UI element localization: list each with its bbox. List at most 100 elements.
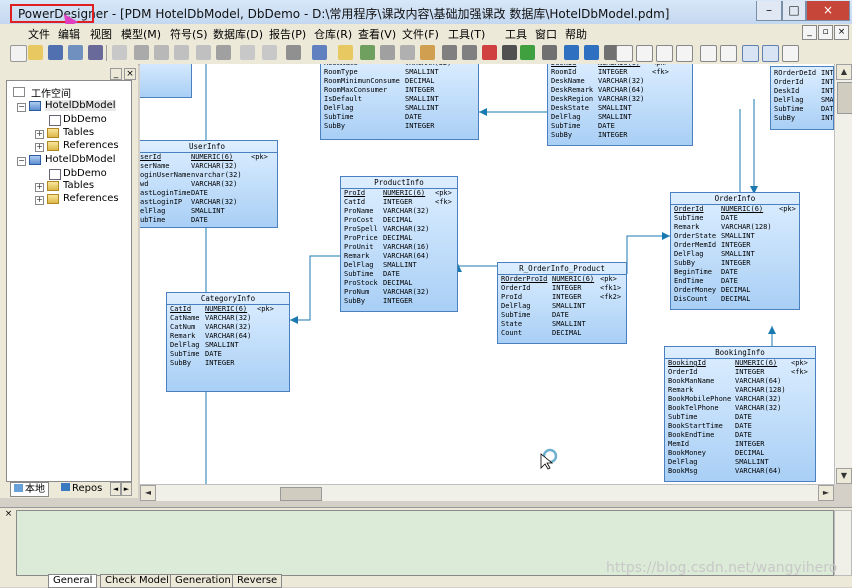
minimize-button[interactable]: – <box>756 1 782 21</box>
doc-minimize-button[interactable]: _ <box>802 25 817 40</box>
menu-edit[interactable]: 编辑 <box>58 26 80 42</box>
table-orderinfo[interactable]: OrderInfo OrderId NUMERIC(6) <pk> SubTime DAT… <box>670 192 800 310</box>
vertical-scrollbar[interactable]: ▲ ▼ <box>834 64 852 484</box>
table-productinfo[interactable]: ProductInfo ProId NUMERIC(6) <pk> CatId INTEG… <box>340 176 458 312</box>
horizontal-scrollbar[interactable]: ◄ ► <box>140 484 834 501</box>
menu-help[interactable]: 帮助 <box>565 26 587 42</box>
layout-f-icon[interactable] <box>720 45 737 62</box>
tree-item-tables[interactable]: Tables <box>63 127 94 138</box>
menu-repository[interactable]: 仓库(R) <box>314 26 352 42</box>
workspace-label[interactable]: 工作空间 <box>31 85 71 100</box>
menu-database[interactable]: 数据库(D) <box>213 26 263 42</box>
output-close-button[interactable]: × <box>4 510 13 519</box>
generate-icon[interactable] <box>380 45 395 60</box>
menu-tools-t[interactable]: 工具(T) <box>448 26 485 42</box>
tree-item-tables[interactable]: Tables <box>63 180 94 191</box>
reverse-icon[interactable] <box>400 45 415 60</box>
cut-icon[interactable] <box>134 45 149 60</box>
paste-special-icon[interactable] <box>196 45 211 60</box>
model-icon[interactable] <box>312 45 327 60</box>
menu-tools[interactable]: 工具 <box>505 26 527 42</box>
expand-toggle[interactable]: + <box>35 130 44 139</box>
tree-item-model[interactable]: HotelDbModel <box>45 100 116 111</box>
grid-icon[interactable] <box>782 45 799 62</box>
scroll-thumb[interactable] <box>837 82 852 114</box>
menu-model[interactable]: 模型(M) <box>121 26 161 42</box>
forward-icon[interactable] <box>584 45 599 60</box>
tool-a-icon[interactable] <box>442 45 457 60</box>
layout-b-icon[interactable] <box>636 45 653 62</box>
table-categoryinfo[interactable]: CategoryInfo CatId NUMERIC(6) <pk> CatName VA… <box>166 292 290 392</box>
layout-d-icon[interactable] <box>676 45 693 62</box>
scroll-down-button[interactable]: ▼ <box>836 468 852 484</box>
table-column-row: SubTime DATE <box>671 214 799 223</box>
print-icon[interactable] <box>112 45 127 60</box>
table-rorderdesk[interactable]: ROrderDeIdINTEOrderIdINTEDeskIdINTEDelFl… <box>770 66 834 130</box>
zoom-fit-icon[interactable] <box>742 45 759 62</box>
menu-symbol[interactable]: 符号(S) <box>170 26 208 42</box>
menu-check[interactable]: 查看(V) <box>358 26 396 42</box>
undo-icon[interactable] <box>240 45 255 60</box>
open-icon[interactable] <box>28 45 43 60</box>
tree-item-diagram[interactable]: DbDemo <box>63 168 107 179</box>
maximize-button[interactable]: □ <box>782 1 806 21</box>
menu-file[interactable]: 文件 <box>28 26 50 42</box>
table-roominfo[interactable]: RoomNameVARCHAR(32)RoomTypeSMALLINTRoomM… <box>320 64 479 140</box>
tree-item-references[interactable]: References <box>63 140 119 151</box>
menu-view[interactable]: 视图 <box>90 26 112 42</box>
open-model-icon[interactable] <box>338 45 353 60</box>
scroll-left-button[interactable]: ◄ <box>140 485 156 501</box>
paste-icon[interactable] <box>174 45 189 60</box>
diagram-canvas[interactable]: RoomNameVARCHAR(32)RoomTypeSMALLINTRoomM… <box>140 64 834 484</box>
page-view-icon[interactable] <box>762 45 779 62</box>
layout-e-icon[interactable] <box>700 45 717 62</box>
report-icon[interactable] <box>420 45 435 60</box>
tab-repository[interactable]: Repos <box>58 482 105 495</box>
menu-file-f[interactable]: 文件(F) <box>402 26 439 42</box>
tree-item-references[interactable]: References <box>63 193 119 204</box>
properties-icon[interactable] <box>88 45 103 60</box>
table-userinfo[interactable]: UserInfo serId NUMERIC(6) <pk> serName VARCHA… <box>140 140 278 228</box>
panel-close-button[interactable]: × <box>124 68 136 80</box>
save-all-icon[interactable] <box>68 45 83 60</box>
expand-toggle[interactable]: − <box>17 157 26 166</box>
hscroll-thumb[interactable] <box>280 487 322 501</box>
new-icon[interactable] <box>10 45 27 62</box>
delete-icon[interactable] <box>216 45 231 60</box>
zoom-in-icon[interactable] <box>542 45 557 60</box>
scroll-up-button[interactable]: ▲ <box>836 64 852 80</box>
tree-item-diagram[interactable]: DbDemo <box>63 114 107 125</box>
tab-scroll-right-button[interactable]: ► <box>121 482 132 496</box>
tool-b-icon[interactable] <box>462 45 477 60</box>
text-icon[interactable] <box>520 45 535 60</box>
find-icon[interactable] <box>286 45 301 60</box>
pen-icon[interactable] <box>482 45 497 60</box>
menu-window[interactable]: 窗口 <box>535 26 557 42</box>
check-model-icon[interactable] <box>360 45 375 60</box>
doc-restore-button[interactable]: ▫ <box>818 25 833 40</box>
table-bookinginfo[interactable]: BookingInfo BookingId NUMERIC(6) <pk> OrderI… <box>664 346 816 482</box>
back-icon[interactable] <box>564 45 579 60</box>
save-icon[interactable] <box>48 45 63 60</box>
layout-a-icon[interactable] <box>616 45 633 62</box>
table-partial[interactable] <box>140 64 192 98</box>
layout-c-icon[interactable] <box>656 45 673 62</box>
tab-scroll-left-button[interactable]: ◄ <box>110 482 121 496</box>
link-tool-icon[interactable] <box>502 45 517 60</box>
copy-icon[interactable] <box>154 45 169 60</box>
expand-toggle[interactable]: + <box>35 183 44 192</box>
tree-item-model[interactable]: HotelDbModel <box>45 154 116 165</box>
expand-toggle[interactable]: + <box>35 196 44 205</box>
expand-toggle[interactable]: − <box>17 103 26 112</box>
expand-toggle[interactable]: + <box>35 143 44 152</box>
doc-close-button[interactable]: × <box>834 25 849 40</box>
tab-local[interactable]: 本地 <box>10 482 49 497</box>
redo-icon[interactable] <box>262 45 277 60</box>
close-button[interactable]: × <box>806 1 850 21</box>
menu-report[interactable]: 报告(P) <box>269 26 306 42</box>
table-rorderproduct[interactable]: R_OrderInfo_Product ROrderProId NUMERIC(6)… <box>497 262 627 344</box>
scroll-right-button[interactable]: ► <box>818 485 834 501</box>
panel-minimize-button[interactable]: _ <box>110 68 122 80</box>
table-deskinfo[interactable]: DeskIdNUMERIC(6)<pk>RoomIdINTEGER<fk>Des… <box>547 64 693 146</box>
column-name: serId <box>140 153 162 161</box>
